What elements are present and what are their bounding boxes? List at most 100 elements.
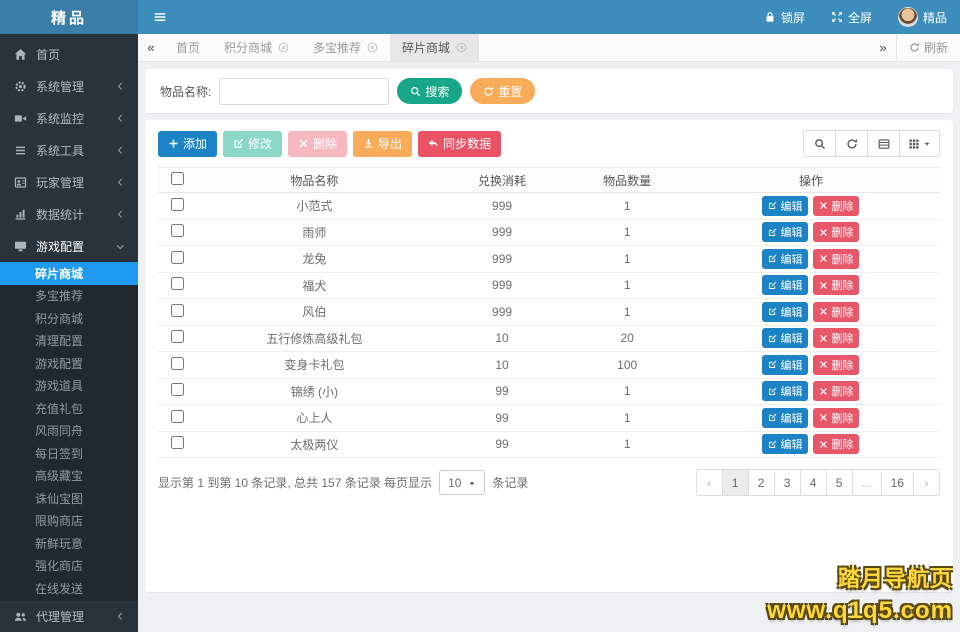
columns-button[interactable] — [899, 130, 940, 157]
lock-screen-button[interactable]: 锁屏 — [751, 0, 818, 34]
edit-button[interactable]: 修改 — [223, 131, 282, 157]
sidebar-item[interactable]: 首页 — [0, 38, 138, 70]
row-delete-button[interactable]: 删除 — [813, 381, 859, 401]
brand-logo[interactable]: 精品 — [0, 0, 138, 34]
fullscreen-button[interactable]: 全屏 — [818, 0, 885, 34]
tab-bar: « 首页积分商城多宝推荐碎片商城 » 刷新 — [138, 34, 960, 62]
sidebar-subitem[interactable]: 新鲜玩意 — [0, 532, 138, 555]
row-delete-button[interactable]: 删除 — [813, 434, 859, 454]
row-checkbox[interactable] — [171, 198, 184, 211]
sidebar-subitem[interactable]: 强化商店 — [0, 555, 138, 578]
row-edit-button[interactable]: 编辑 — [762, 381, 808, 401]
sidebar-item[interactable]: 玩家管理 — [0, 166, 138, 198]
row-actions-cell: 编辑删除 — [682, 272, 940, 299]
row-delete-button[interactable]: 删除 — [813, 222, 859, 242]
row-edit-button[interactable]: 编辑 — [762, 302, 808, 322]
sidebar-subitem[interactable]: 每日签到 — [0, 442, 138, 465]
sidebar-item[interactable]: 游戏配置 — [0, 230, 138, 262]
sync-data-button[interactable]: 同步数据 — [418, 131, 501, 157]
sidebar-subitem[interactable]: 诛仙宝图 — [0, 487, 138, 510]
sidebar-subitem[interactable]: 在线发送 — [0, 577, 138, 600]
edit-icon — [768, 228, 777, 237]
sidebar-item[interactable]: 数据统计 — [0, 198, 138, 230]
row-checkbox[interactable] — [171, 304, 184, 317]
row-edit-button[interactable]: 编辑 — [762, 275, 808, 295]
sidebar-item[interactable]: 系统监控 — [0, 102, 138, 134]
row-delete-button[interactable]: 删除 — [813, 328, 859, 348]
row-checkbox[interactable] — [171, 436, 184, 449]
page-button[interactable]: 2 — [748, 469, 775, 496]
page-button[interactable]: 1 — [722, 469, 749, 496]
tab-refresh-button[interactable]: 刷新 — [896, 34, 960, 61]
toggle-view-button[interactable] — [867, 130, 900, 157]
row-edit-button[interactable]: 编辑 — [762, 249, 808, 269]
row-delete-button[interactable]: 删除 — [813, 275, 859, 295]
edit-icon — [768, 201, 777, 210]
delete-button[interactable]: 删除 — [288, 131, 347, 157]
item-cost-cell: 999 — [432, 219, 573, 246]
row-delete-button[interactable]: 删除 — [813, 408, 859, 428]
sidebar-subitem[interactable]: 多宝推荐 — [0, 285, 138, 308]
sidebar-subitem[interactable]: 限购商店 — [0, 510, 138, 533]
tabs-scroll-right-button[interactable]: » — [870, 34, 896, 61]
page-button[interactable]: 16 — [881, 469, 914, 496]
sidebar-subitem[interactable]: 高级藏宝 — [0, 465, 138, 488]
page-next-button[interactable]: › — [913, 469, 940, 496]
toggle-search-button[interactable] — [803, 130, 836, 157]
reset-button[interactable]: 重置 — [470, 78, 535, 104]
row-edit-label: 编辑 — [780, 198, 802, 214]
row-edit-button[interactable]: 编辑 — [762, 355, 808, 375]
row-edit-button[interactable]: 编辑 — [762, 196, 808, 216]
tab[interactable]: 积分商城 — [212, 34, 301, 61]
sidebar-subitem[interactable]: 游戏道具 — [0, 375, 138, 398]
sidebar-item[interactable]: 系统管理 — [0, 70, 138, 102]
row-edit-button[interactable]: 编辑 — [762, 328, 808, 348]
sidebar-toggle-button[interactable] — [138, 0, 182, 34]
row-checkbox[interactable] — [171, 410, 184, 423]
sidebar-subitem[interactable]: 碎片商城 — [0, 262, 138, 285]
refresh-table-button[interactable] — [835, 130, 868, 157]
table-tools-group — [803, 130, 940, 157]
tab[interactable]: 首页 — [164, 34, 212, 61]
row-edit-button[interactable]: 编辑 — [762, 222, 808, 242]
export-button[interactable]: 导出 — [353, 131, 412, 157]
row-edit-button[interactable]: 编辑 — [762, 434, 808, 454]
page-button[interactable]: 3 — [774, 469, 801, 496]
page-button[interactable]: ... — [852, 469, 882, 496]
sidebar-subitem[interactable]: 风雨同舟 — [0, 420, 138, 443]
user-menu[interactable]: 精品 — [885, 0, 960, 34]
row-checkbox[interactable] — [171, 224, 184, 237]
row-checkbox[interactable] — [171, 277, 184, 290]
refresh-icon — [909, 42, 920, 53]
row-delete-button[interactable]: 删除 — [813, 249, 859, 269]
item-name-input[interactable] — [219, 78, 389, 105]
add-button[interactable]: 添加 — [158, 131, 217, 157]
sidebar-item-agent-manage[interactable]: 代理管理 — [0, 600, 138, 632]
page-button[interactable]: 5 — [826, 469, 853, 496]
row-delete-button[interactable]: 删除 — [813, 355, 859, 375]
sidebar-item-label: 系统监控 — [36, 110, 84, 127]
row-delete-button[interactable]: 删除 — [813, 196, 859, 216]
th-grid-icon — [908, 138, 920, 150]
row-checkbox[interactable] — [171, 383, 184, 396]
tab[interactable]: 多宝推荐 — [301, 34, 390, 61]
select-all-checkbox[interactable] — [171, 172, 184, 185]
page-prev-button[interactable]: ‹ — [696, 469, 723, 496]
row-checkbox[interactable] — [171, 357, 184, 370]
row-edit-button[interactable]: 编辑 — [762, 408, 808, 428]
sidebar-subitem[interactable]: 游戏配置 — [0, 352, 138, 375]
page-button[interactable]: 4 — [800, 469, 827, 496]
sidebar-item[interactable]: 系统工具 — [0, 134, 138, 166]
row-delete-button[interactable]: 删除 — [813, 302, 859, 322]
sidebar-subitem[interactable]: 充值礼包 — [0, 397, 138, 420]
search-button[interactable]: 搜索 — [397, 78, 462, 104]
page-size-select[interactable]: 10 — [439, 470, 485, 495]
sidebar-subitem[interactable]: 积分商城 — [0, 307, 138, 330]
tabs-scroll-left-button[interactable]: « — [138, 34, 164, 61]
row-edit-label: 编辑 — [780, 277, 802, 293]
row-checkbox[interactable] — [171, 251, 184, 264]
sidebar-subitem[interactable]: 清理配置 — [0, 330, 138, 353]
tab-list: 首页积分商城多宝推荐碎片商城 — [164, 34, 479, 61]
row-checkbox[interactable] — [171, 330, 184, 343]
tab[interactable]: 碎片商城 — [390, 34, 479, 61]
